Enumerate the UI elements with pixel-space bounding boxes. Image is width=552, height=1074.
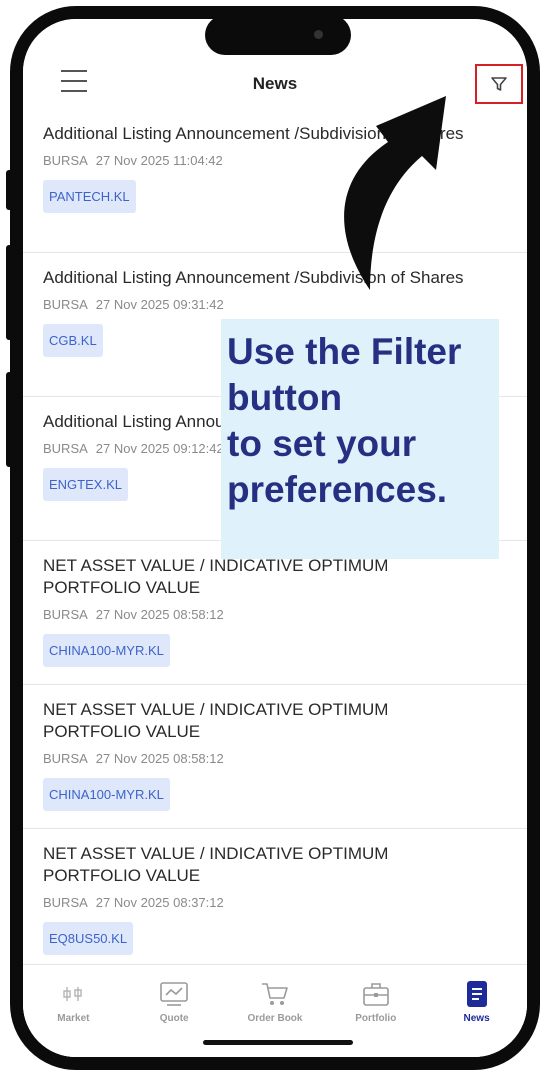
ticker-tag[interactable]: CGB.KL	[43, 324, 103, 357]
arrow-pointer-icon	[344, 96, 446, 290]
nav-label: Order Book	[247, 1013, 303, 1024]
news-datetime: 27 Nov 2025 08:58:12	[95, 751, 224, 766]
nav-news[interactable]: News	[428, 965, 526, 1057]
ticker-tag[interactable]: CHINA100-MYR.KL	[43, 634, 170, 667]
filter-button[interactable]	[475, 64, 523, 104]
news-source: BURSA	[43, 153, 88, 168]
ticker-tag[interactable]: EQ8US50.KL	[43, 922, 134, 955]
news-item[interactable]: NET ASSET VALUE / INDICATIVE OPTIMUM POR…	[23, 685, 527, 829]
nav-label: Quote	[159, 1013, 189, 1024]
news-source: BURSA	[43, 607, 88, 622]
news-item[interactable]: NET ASSET VALUE / INDICATIVE OPTIMUM POR…	[23, 541, 527, 685]
nav-label: Market	[57, 1013, 90, 1024]
news-datetime: 27 Nov 2025 09:12:42	[95, 441, 224, 456]
dynamic-island	[205, 15, 351, 55]
news-datetime: 27 Nov 2025 09:31:42	[95, 297, 224, 312]
news-source: BURSA	[43, 441, 88, 456]
instruction-callout: Use the Filter button to set your prefer…	[221, 319, 499, 559]
market-icon	[63, 987, 83, 1001]
news-source: BURSA	[43, 751, 88, 766]
news-item[interactable]: NET ASSET VALUE / INDICATIVE OPTIMUM POR…	[23, 829, 527, 973]
news-datetime: 27 Nov 2025 08:37:12	[95, 895, 224, 910]
briefcase-icon	[362, 983, 389, 1006]
filter-icon	[491, 77, 507, 91]
nav-market[interactable]: Market	[24, 965, 122, 1057]
news-icon	[466, 981, 487, 1007]
nav-label: News	[463, 1013, 490, 1024]
news-title: NET ASSET VALUE / INDICATIVE OPTIMUM POR…	[43, 556, 389, 597]
ticker-tag[interactable]: ENGTEX.KL	[43, 468, 128, 501]
camera-icon	[314, 30, 323, 39]
ticker-tag[interactable]: PANTECH.KL	[43, 180, 136, 213]
callout-text: Use the Filter button to set your prefer…	[227, 331, 462, 510]
home-indicator	[203, 1040, 353, 1045]
news-source: BURSA	[43, 297, 88, 312]
news-datetime: 27 Nov 2025 11:04:42	[95, 153, 223, 168]
ticker-tag[interactable]: CHINA100-MYR.KL	[43, 778, 170, 811]
cart-icon	[261, 983, 288, 1005]
news-title: NET ASSET VALUE / INDICATIVE OPTIMUM POR…	[43, 844, 389, 885]
news-title: NET ASSET VALUE / INDICATIVE OPTIMUM POR…	[43, 700, 389, 741]
nav-label: Portfolio	[355, 1013, 397, 1024]
news-datetime: 27 Nov 2025 08:58:12	[95, 607, 224, 622]
chart-icon	[160, 982, 188, 1006]
news-source: BURSA	[43, 895, 88, 910]
